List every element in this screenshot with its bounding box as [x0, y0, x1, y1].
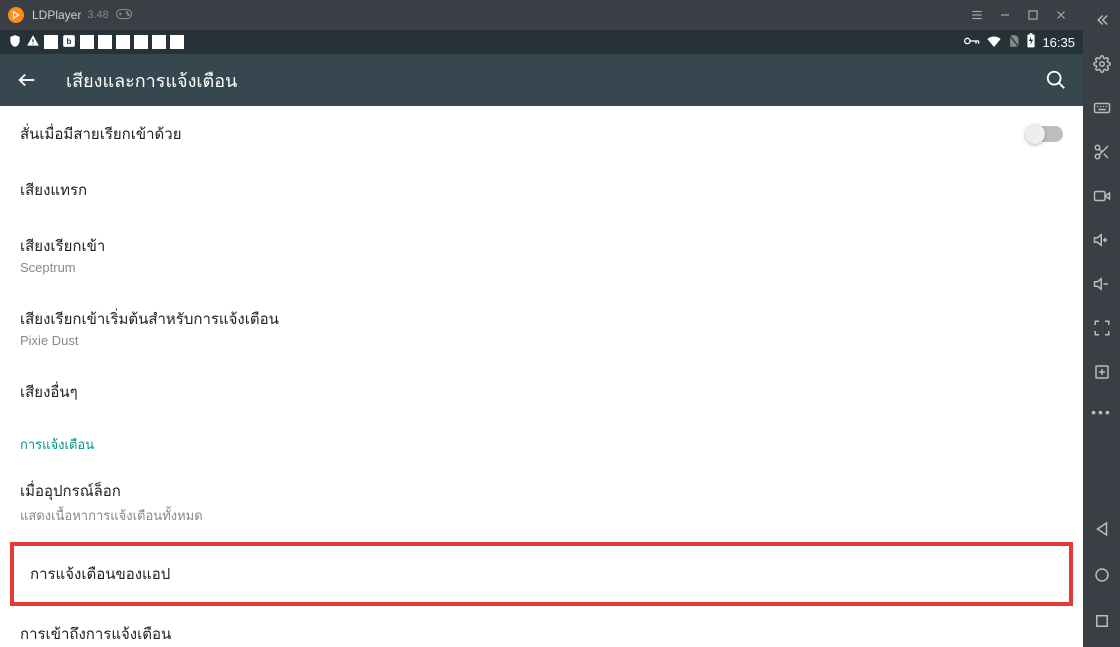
collapse-toolbar-button[interactable] [1090, 8, 1114, 32]
row-title: เสียงเรียกเข้าเริ่มต้นสำหรับการแจ้งเตือน [20, 307, 1063, 331]
gamepad-icon [115, 8, 133, 23]
status-square-icon [116, 35, 130, 49]
setting-row-vibrate[interactable]: สั่นเมื่อมีสายเรียกเข้าด้วย [0, 106, 1083, 162]
setting-row-other-sounds[interactable]: เสียงอื่นๆ [0, 364, 1083, 420]
shield-icon [8, 34, 22, 51]
row-title: เสียงแทรก [20, 178, 1063, 202]
nav-back-button[interactable] [1090, 517, 1114, 541]
status-square-icon [152, 35, 166, 49]
status-square-icon [170, 35, 184, 49]
android-status-bar: b 16:35 [0, 30, 1083, 54]
maximize-button[interactable] [1019, 1, 1047, 29]
title-bar: LDPlayer 3.48 [0, 0, 1083, 30]
minimize-button[interactable] [991, 1, 1019, 29]
app-version: 3.48 [87, 9, 108, 21]
highlighted-row: การแจ้งเตือนของแอป [10, 542, 1073, 606]
row-subtitle: Sceptrum [20, 260, 1063, 275]
settings-list: สั่นเมื่อมีสายเรียกเข้าด้วย เสียงแทรก เส… [0, 106, 1083, 647]
status-square-icon [134, 35, 148, 49]
app-name: LDPlayer [32, 8, 81, 22]
status-app-icon: b [62, 34, 76, 51]
setting-row-track[interactable]: เสียงแทรก [0, 162, 1083, 218]
row-title: เมื่ออุปกรณ์ล็อก [20, 479, 1063, 503]
more-options-button[interactable]: ••• [1091, 404, 1112, 420]
row-title: การแจ้งเตือนของแอป [30, 562, 1053, 586]
app-header: เสียงและการแจ้งเตือน [0, 54, 1083, 106]
volume-down-button[interactable] [1090, 272, 1114, 296]
app-logo-icon [8, 7, 24, 23]
keyboard-button[interactable] [1090, 96, 1114, 120]
setting-row-when-locked[interactable]: เมื่ออุปกรณ์ล็อก แสดงเนื้อหาการแจ้งเตือน… [0, 463, 1083, 542]
scissors-button[interactable] [1090, 140, 1114, 164]
setting-row-ringtone[interactable]: เสียงเรียกเข้า Sceptrum [0, 218, 1083, 291]
no-sim-icon [1008, 34, 1020, 51]
row-title: สั่นเมื่อมีสายเรียกเข้าด้วย [20, 122, 1027, 146]
section-header-notifications: การแจ้งเตือน [0, 420, 1083, 463]
vibrate-toggle[interactable] [1027, 126, 1063, 142]
back-button[interactable] [16, 69, 38, 91]
close-button[interactable] [1047, 1, 1075, 29]
search-button[interactable] [1045, 69, 1067, 91]
fullscreen-button[interactable] [1090, 316, 1114, 340]
row-title: เสียงอื่นๆ [20, 380, 1063, 404]
status-square-icon [44, 35, 58, 49]
volume-up-button[interactable] [1090, 228, 1114, 252]
install-apk-button[interactable] [1090, 360, 1114, 384]
section-title: การแจ้งเตือน [20, 434, 1063, 455]
menu-icon[interactable] [963, 1, 991, 29]
row-subtitle: แสดงเนื้อหาการแจ้งเตือนทั้งหมด [20, 505, 1063, 526]
nav-home-button[interactable] [1090, 563, 1114, 587]
warning-icon [26, 34, 40, 51]
battery-charging-icon [1026, 33, 1036, 52]
wifi-icon [986, 35, 1002, 50]
nav-recent-button[interactable] [1090, 609, 1114, 633]
setting-row-app-notifications[interactable]: การแจ้งเตือนของแอป [14, 546, 1069, 602]
page-title: เสียงและการแจ้งเตือน [66, 66, 237, 95]
key-icon [964, 35, 980, 49]
row-title: การเข้าถึงการแจ้งเตือน [20, 622, 1063, 646]
setting-row-notification-access[interactable]: การเข้าถึงการแจ้งเตือน [0, 606, 1083, 647]
status-square-icon [80, 35, 94, 49]
status-time: 16:35 [1042, 35, 1075, 50]
svg-text:b: b [67, 36, 72, 45]
record-button[interactable] [1090, 184, 1114, 208]
settings-button[interactable] [1090, 52, 1114, 76]
status-square-icon [98, 35, 112, 49]
row-title: เสียงเรียกเข้า [20, 234, 1063, 258]
emulator-side-toolbar: ••• [1083, 0, 1120, 647]
setting-row-default-notif-sound[interactable]: เสียงเรียกเข้าเริ่มต้นสำหรับการแจ้งเตือน… [0, 291, 1083, 364]
row-subtitle: Pixie Dust [20, 333, 1063, 348]
